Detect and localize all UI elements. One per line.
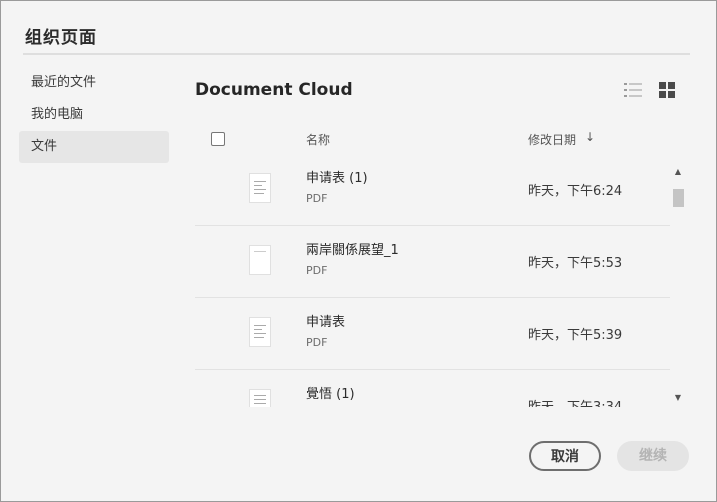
table-header: 名称 修改日期 ↓	[195, 121, 670, 159]
file-modified-date: 昨天，下午5:39	[528, 328, 623, 343]
file-modified-date: 昨天，下午3:34	[528, 396, 622, 407]
file-list-scrollbar[interactable]: ▲ ▼	[671, 163, 685, 407]
sidebar-item-documents[interactable]: 文件	[19, 131, 169, 163]
file-name: 兩岸關係展望_1	[306, 243, 399, 258]
grid-view-icon[interactable]	[658, 81, 676, 99]
title-divider	[23, 53, 690, 55]
pdf-thumbnail	[249, 173, 271, 203]
dialog-title: 组织页面	[25, 28, 97, 48]
select-all-checkbox[interactable]	[211, 132, 225, 146]
location-title: Document Cloud	[195, 80, 353, 100]
view-toggle	[624, 81, 676, 99]
file-modified-date: 昨天，下午5:53	[528, 256, 623, 271]
pdf-thumbnail	[249, 389, 271, 407]
file-list: 申请表 (1) PDF 昨天，下午6:24 兩岸關係展望_1 PDF 昨天，下午…	[195, 163, 670, 407]
file-modified-date: 昨天，下午6:24	[528, 184, 623, 199]
file-row[interactable]: 申请表 PDF 昨天，下午5:39	[195, 297, 670, 370]
column-header-name[interactable]: 名称	[306, 131, 330, 148]
sidebar: 最近的文件 我的电脑 文件	[19, 67, 169, 163]
cancel-button[interactable]: 取消	[529, 441, 601, 471]
scroll-thumb[interactable]	[673, 189, 684, 207]
file-row[interactable]: 申请表 (1) PDF 昨天，下午6:24	[195, 163, 670, 226]
sidebar-item-my-computer[interactable]: 我的电脑	[19, 99, 169, 131]
file-type: PDF	[306, 336, 328, 349]
organize-pages-dialog: 组织页面 最近的文件 我的电脑 文件 Document Cloud 名称 修改日…	[0, 0, 717, 502]
scroll-up-arrow-icon[interactable]: ▲	[671, 165, 685, 179]
sidebar-item-recent-files[interactable]: 最近的文件	[19, 67, 169, 99]
column-header-date[interactable]: 修改日期	[528, 131, 576, 148]
file-name: 申请表	[306, 315, 346, 330]
list-view-icon[interactable]	[624, 81, 642, 99]
pdf-thumbnail	[249, 317, 271, 347]
pdf-thumbnail	[249, 245, 271, 275]
file-name: 覺悟 (1)	[306, 387, 355, 402]
file-type: PDF	[306, 192, 328, 205]
arrow-down-icon[interactable]: ↓	[585, 130, 595, 144]
file-name: 申请表 (1)	[306, 171, 368, 186]
continue-button[interactable]: 继续	[617, 441, 689, 471]
file-row[interactable]: 兩岸關係展望_1 PDF 昨天，下午5:53	[195, 225, 670, 298]
file-row[interactable]: 覺悟 (1) 昨天，下午3:34	[195, 369, 670, 407]
file-type: PDF	[306, 264, 328, 277]
scroll-down-arrow-icon[interactable]: ▼	[671, 391, 685, 405]
